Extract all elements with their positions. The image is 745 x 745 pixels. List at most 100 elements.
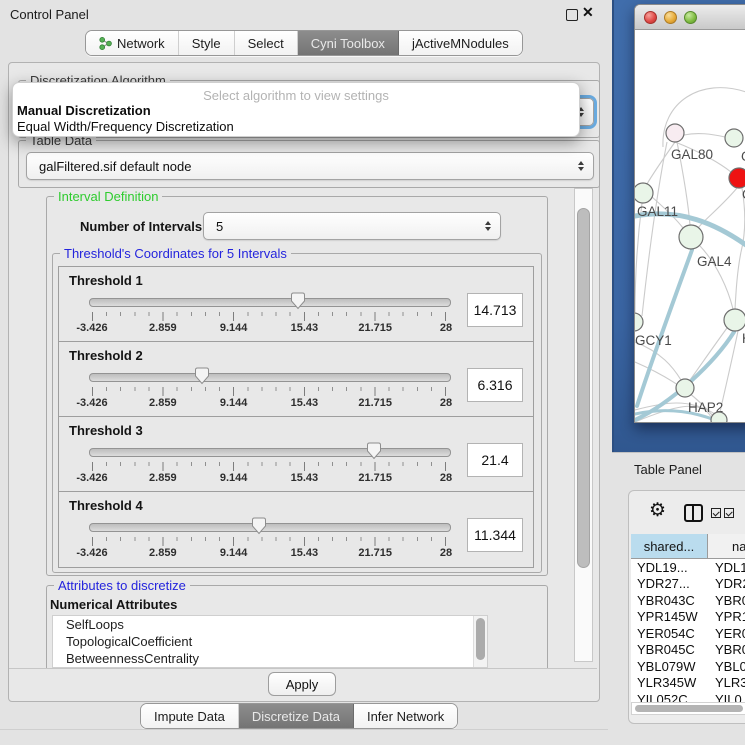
slider-thumb[interactable] (252, 517, 267, 535)
float-panel-icon[interactable] (566, 9, 578, 21)
tick-label: -3.426 (76, 472, 107, 484)
table-horizontal-scrollbar[interactable] (631, 702, 745, 715)
slider-thumb[interactable] (194, 367, 209, 385)
cell-name[interactable]: YDR2 (708, 576, 745, 591)
network-node[interactable] (725, 129, 743, 147)
cell-shared-name[interactable]: YBR043C (631, 593, 708, 608)
column-header-shared-name[interactable]: shared... (631, 534, 708, 559)
tick-label: 28 (440, 322, 452, 334)
network-node-label: GAL80 (671, 147, 713, 162)
network-node[interactable] (729, 168, 745, 188)
cell-shared-name[interactable]: YLR345W (631, 675, 708, 690)
table-row[interactable]: YIL052CYIL0 (631, 691, 745, 702)
attribute-item[interactable]: SelfLoops (53, 616, 487, 633)
network-node[interactable] (676, 379, 694, 397)
network-node[interactable] (711, 412, 727, 422)
attribute-item[interactable]: TopologicalCoefficient (53, 633, 487, 650)
cell-name[interactable]: YPR1 (708, 609, 745, 624)
mac-zoom-button[interactable] (684, 11, 697, 24)
slider-tick-labels: -3.4262.8599.14415.4321.71528 (92, 322, 446, 335)
mac-minimize-button[interactable] (664, 11, 677, 24)
tab-select[interactable]: Select (235, 31, 298, 55)
tick-label: 9.144 (220, 472, 248, 484)
group-title: Attributes to discretize (54, 578, 190, 593)
table-row[interactable]: YDR27...YDR2 (631, 576, 745, 593)
cell-shared-name[interactable]: YER054C (631, 626, 708, 641)
cell-name[interactable]: YBR0 (708, 593, 745, 608)
table-row[interactable]: YBR043CYBR0 (631, 592, 745, 609)
cell-shared-name[interactable]: YDL19... (631, 560, 708, 575)
threshold-slider-2[interactable] (89, 373, 451, 382)
tab-network[interactable]: Network (86, 31, 179, 55)
checkbox-icon[interactable] (711, 508, 721, 518)
cell-shared-name[interactable]: YBL079W (631, 659, 708, 674)
cell-name[interactable]: YIL0 (708, 692, 745, 702)
scrollbar-thumb[interactable] (476, 618, 485, 660)
cell-shared-name[interactable]: YDR27... (631, 576, 708, 591)
tab-impute-data[interactable]: Impute Data (141, 704, 239, 728)
network-node-label: GA (741, 149, 745, 164)
gear-icon[interactable]: ⚙ (649, 500, 666, 522)
dropdown-option-manual[interactable]: Manual Discretization (16, 103, 576, 119)
cell-name[interactable]: YER0 (708, 626, 745, 641)
algorithm-dropdown-popup: Select algorithm to view settings Manual… (12, 82, 580, 137)
network-node[interactable] (666, 124, 684, 142)
tab-infer-network[interactable]: Infer Network (354, 704, 457, 728)
numerical-attributes-list[interactable]: SelfLoopsTopologicalCoefficientBetweenne… (52, 615, 488, 668)
scrollbar-thumb[interactable] (635, 705, 743, 712)
cell-shared-name[interactable]: YIL052C (631, 692, 708, 702)
cell-shared-name[interactable]: YBR045C (631, 642, 708, 657)
threshold-card-3: Threshold 3 -3.4262.8599.14415.4321.7152… (58, 416, 534, 493)
dropdown-option-equal-width[interactable]: Equal Width/Frequency Discretization (16, 119, 576, 135)
column-header-name[interactable]: na (708, 534, 745, 559)
table-row[interactable]: YLR345WYLR3 (631, 675, 745, 692)
cell-name[interactable]: YLR3 (708, 675, 745, 690)
apply-button[interactable]: Apply (268, 672, 336, 696)
attribute-item[interactable]: BetweennessCentrality (53, 650, 487, 667)
table-row[interactable]: YDL19...YDL1 (631, 559, 745, 576)
cell-name[interactable]: YDL1 (708, 560, 745, 575)
tick-label: 15.43 (291, 397, 319, 409)
tab-discretize-data[interactable]: Discretize Data (239, 704, 354, 728)
threshold-card-2: Threshold 2 -3.4262.8599.14415.4321.7152… (58, 341, 534, 418)
network-node[interactable] (724, 309, 745, 331)
network-canvas[interactable]: GAL80GACGAL11GAL4GCY1HHAP2 (635, 30, 745, 422)
table-row[interactable]: YPR145WYPR1 (631, 609, 745, 626)
table-row[interactable]: YBL079WYBL0 (631, 658, 745, 675)
network-window-titlebar[interactable] (635, 5, 745, 30)
table-body[interactable]: YDL19...YDL1YDR27...YDR2YBR043CYBR0YPR14… (631, 559, 745, 702)
table-row[interactable]: YER054CYER0 (631, 625, 745, 642)
slider-thumb[interactable] (367, 442, 382, 460)
list-scrollbar[interactable] (473, 616, 487, 667)
table-data-combobox[interactable]: galFiltered.sif default node (26, 152, 594, 180)
threshold-slider-4[interactable] (89, 523, 451, 532)
scrollbar-thumb[interactable] (577, 208, 590, 568)
cell-name[interactable]: YBL0 (708, 659, 745, 674)
close-icon[interactable]: ✕ (582, 4, 594, 21)
network-node-label: GAL11 (637, 204, 678, 219)
tick-label: 2.859 (149, 322, 177, 334)
mac-close-button[interactable] (644, 11, 657, 24)
panel-scrollbar[interactable] (574, 188, 593, 662)
threshold-value-1[interactable]: 14.713 (467, 293, 523, 327)
cell-shared-name[interactable]: YPR145W (631, 609, 708, 624)
split-view-icon[interactable] (684, 504, 703, 522)
network-node[interactable] (635, 183, 653, 203)
table-row[interactable]: YBR045CYBR0 (631, 642, 745, 659)
tick-label: 21.715 (358, 547, 392, 559)
tab-style[interactable]: Style (179, 31, 235, 55)
cell-name[interactable]: YBR0 (708, 642, 745, 657)
threshold-slider-1[interactable] (89, 298, 451, 307)
threshold-card-4: Threshold 4 -3.4262.8599.14415.4321.7152… (58, 491, 534, 568)
checkbox-icon[interactable] (724, 508, 734, 518)
threshold-value-3[interactable]: 21.4 (467, 443, 523, 477)
network-node[interactable] (679, 225, 703, 249)
threshold-slider-3[interactable] (89, 448, 451, 457)
threshold-value-4[interactable]: 11.344 (467, 518, 523, 552)
number-of-intervals-combobox[interactable]: 5 (203, 212, 501, 240)
tab-cyni-toolbox[interactable]: Cyni Toolbox (298, 31, 399, 55)
threshold-value-2[interactable]: 6.316 (467, 368, 523, 402)
slider-thumb[interactable] (290, 292, 305, 310)
tab-jactivemnodules[interactable]: jActiveMNodules (399, 31, 522, 55)
slider-tick-labels: -3.4262.8599.14415.4321.71528 (92, 472, 446, 485)
